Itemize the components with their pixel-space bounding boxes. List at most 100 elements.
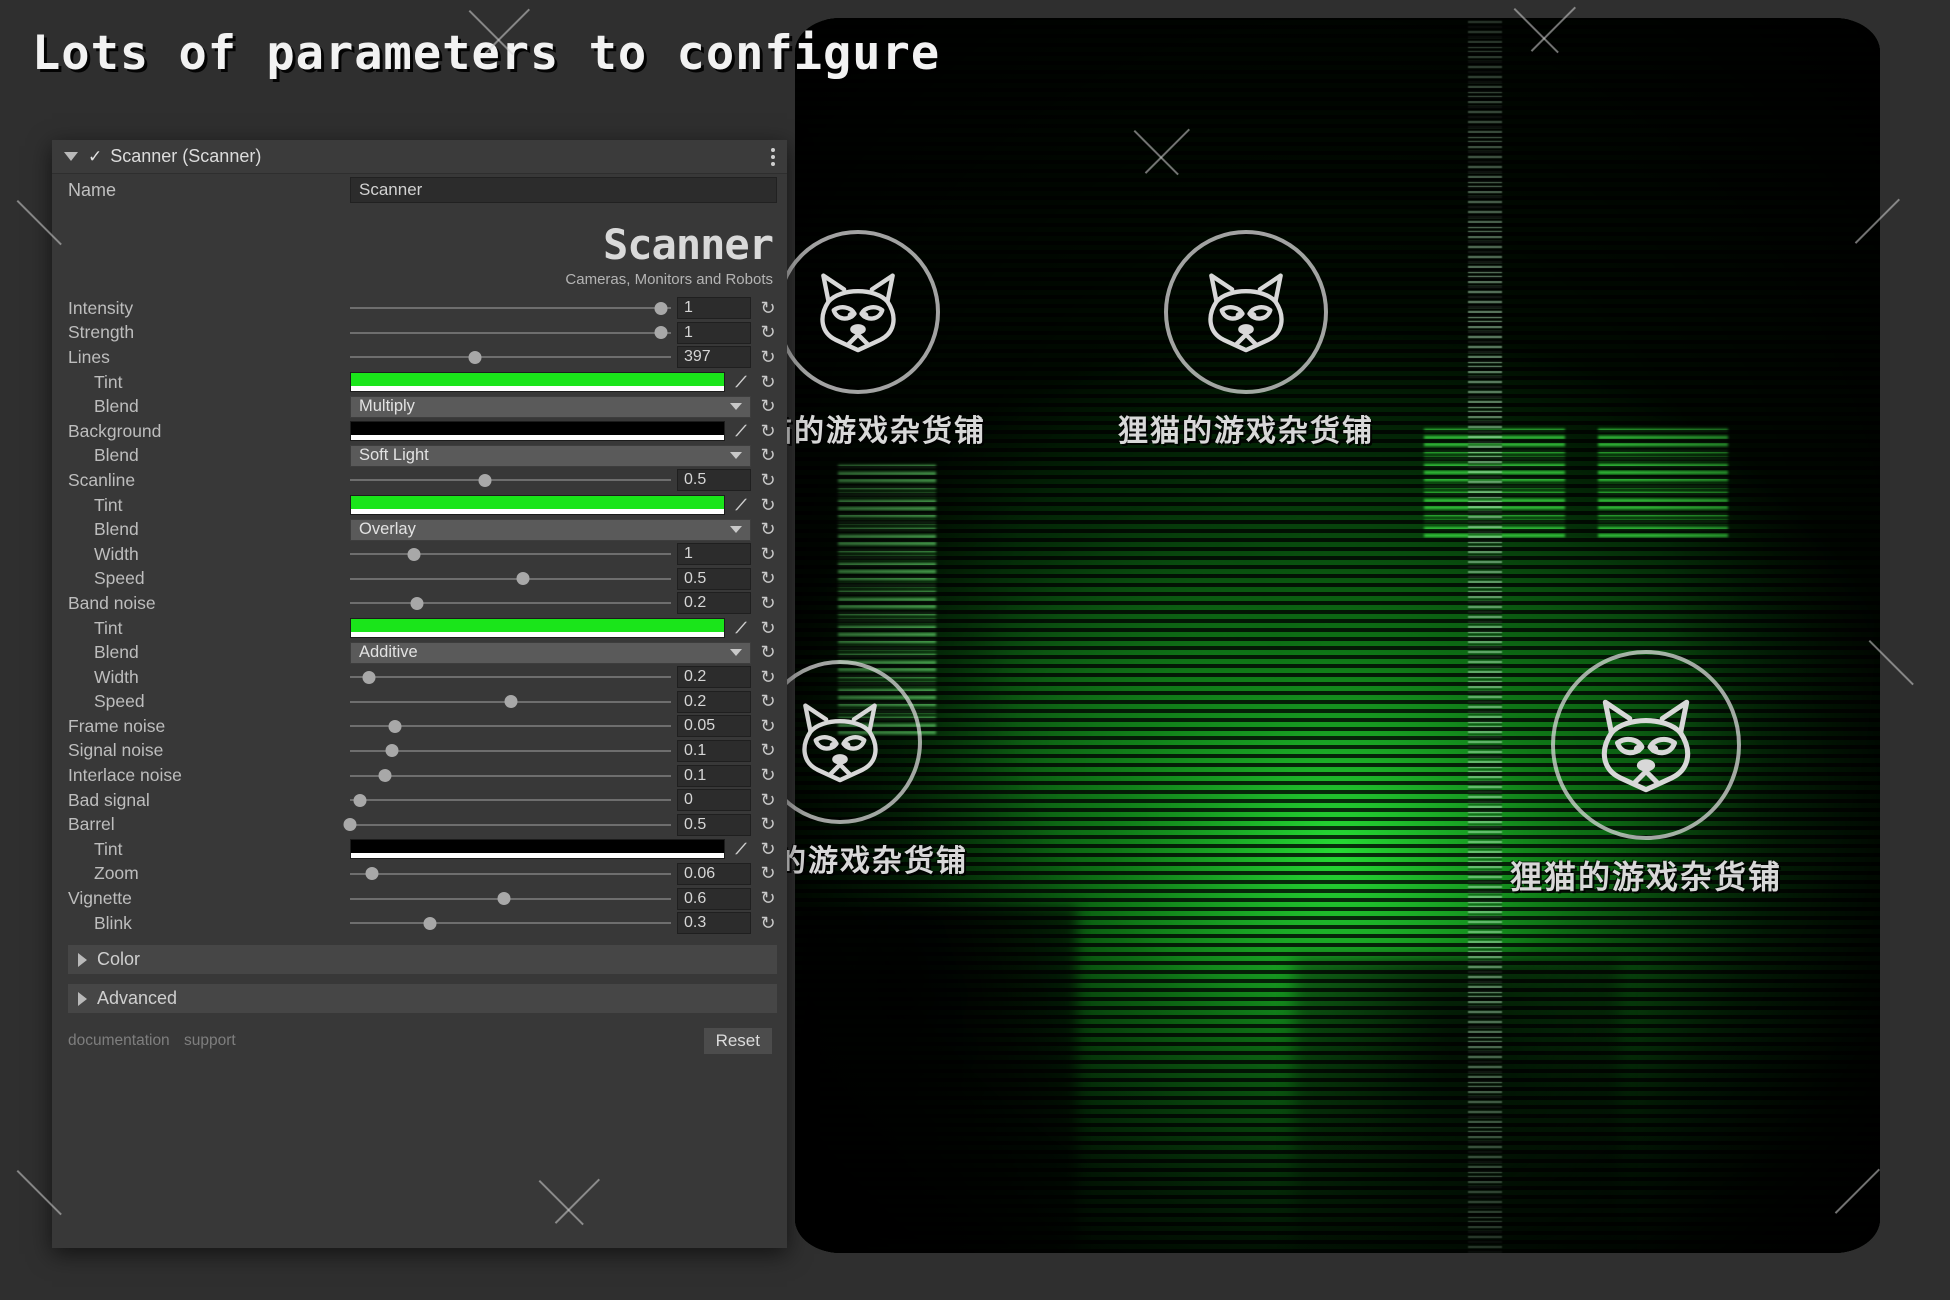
slider-track[interactable] <box>350 774 671 777</box>
param-value-input[interactable]: 397 <box>677 346 751 369</box>
reset-param-icon[interactable]: ↻ <box>757 568 779 589</box>
param-value-input[interactable]: 0.5 <box>677 469 751 492</box>
reset-param-icon[interactable]: ↻ <box>757 740 779 761</box>
param-value-input[interactable]: 0 <box>677 789 751 812</box>
param-value-input[interactable]: 0.5 <box>677 567 751 590</box>
reset-param-icon[interactable]: ↻ <box>757 421 779 442</box>
slider-track[interactable] <box>350 922 671 925</box>
reset-param-icon[interactable]: ↻ <box>757 888 779 909</box>
param-slider[interactable] <box>350 717 671 735</box>
slider-track[interactable] <box>350 307 671 310</box>
slider-knob[interactable] <box>504 695 517 709</box>
color-swatch[interactable] <box>350 421 725 442</box>
param-dropdown[interactable]: Additive <box>350 641 751 664</box>
name-input[interactable]: Scanner <box>350 177 777 203</box>
param-slider[interactable] <box>350 890 671 908</box>
foldout-section[interactable]: Advanced <box>68 984 777 1014</box>
param-value-input[interactable]: 0.1 <box>677 739 751 762</box>
param-slider[interactable] <box>350 865 671 883</box>
slider-track[interactable] <box>350 676 671 679</box>
eyedropper-icon[interactable]: ⟋ <box>731 374 751 391</box>
reset-param-icon[interactable]: ↻ <box>757 372 779 393</box>
reset-param-icon[interactable]: ↻ <box>757 814 779 835</box>
param-slider[interactable] <box>350 471 671 489</box>
param-value-input[interactable]: 0.2 <box>677 666 751 689</box>
reset-param-icon[interactable]: ↻ <box>757 396 779 417</box>
param-dropdown[interactable]: Soft Light <box>350 444 751 467</box>
slider-track[interactable] <box>350 602 671 605</box>
eyedropper-icon[interactable]: ⟋ <box>731 841 751 858</box>
reset-param-icon[interactable]: ↻ <box>757 544 779 565</box>
param-value-input[interactable]: 0.06 <box>677 862 751 885</box>
param-slider[interactable] <box>343 816 671 834</box>
slider-track[interactable] <box>350 479 671 482</box>
reset-param-icon[interactable]: ↻ <box>757 593 779 614</box>
slider-knob[interactable] <box>385 744 399 758</box>
param-slider[interactable] <box>350 348 671 366</box>
reset-param-icon[interactable]: ↻ <box>757 347 779 368</box>
param-slider[interactable] <box>350 570 671 588</box>
slider-knob[interactable] <box>343 818 357 832</box>
reset-param-icon[interactable]: ↻ <box>757 765 779 786</box>
param-slider[interactable] <box>350 668 671 686</box>
reset-param-icon[interactable]: ↻ <box>757 298 779 319</box>
chevron-down-icon[interactable] <box>730 403 742 411</box>
slider-knob[interactable] <box>468 350 482 364</box>
param-value-input[interactable]: 1 <box>677 321 751 344</box>
chevron-down-icon[interactable] <box>730 452 742 460</box>
param-slider[interactable] <box>350 324 671 342</box>
documentation-link[interactable]: documentation <box>68 1032 170 1049</box>
slider-knob[interactable] <box>654 301 668 315</box>
reset-param-icon[interactable]: ↻ <box>757 642 779 663</box>
slider-track[interactable] <box>350 823 671 826</box>
slider-knob[interactable] <box>516 572 530 586</box>
reset-param-icon[interactable]: ↻ <box>757 716 779 737</box>
slider-track[interactable] <box>350 356 671 359</box>
slider-knob[interactable] <box>353 793 367 807</box>
collapse-triangle-icon[interactable] <box>64 152 78 161</box>
param-slider[interactable] <box>350 767 671 785</box>
expand-triangle-icon[interactable] <box>78 952 87 967</box>
reset-param-icon[interactable]: ↻ <box>757 445 779 466</box>
chevron-down-icon[interactable] <box>730 649 742 657</box>
slider-track[interactable] <box>350 872 671 875</box>
slider-track[interactable] <box>350 577 671 580</box>
param-value-input[interactable]: 0.6 <box>677 887 751 910</box>
param-slider[interactable] <box>350 791 671 809</box>
kebab-menu-icon[interactable] <box>771 145 775 169</box>
param-slider[interactable] <box>350 742 671 760</box>
color-swatch[interactable] <box>350 372 725 393</box>
reset-param-icon[interactable]: ↻ <box>757 863 779 884</box>
param-value-input[interactable]: 0.2 <box>677 592 751 615</box>
param-slider[interactable] <box>350 545 671 563</box>
param-slider[interactable] <box>350 693 671 711</box>
eyedropper-icon[interactable]: ⟋ <box>731 497 751 514</box>
param-value-input[interactable]: 0.3 <box>677 912 751 935</box>
color-swatch[interactable] <box>350 839 725 860</box>
eyedropper-icon[interactable]: ⟋ <box>731 423 751 440</box>
expand-triangle-icon[interactable] <box>78 991 87 1006</box>
reset-param-icon[interactable]: ↻ <box>757 618 779 639</box>
component-header[interactable]: ✓ Scanner (Scanner) <box>52 140 787 174</box>
slider-knob[interactable] <box>388 719 402 733</box>
slider-knob[interactable] <box>362 670 376 684</box>
param-value-input[interactable]: 0.5 <box>677 813 751 836</box>
slider-track[interactable] <box>350 799 671 802</box>
slider-knob[interactable] <box>378 769 392 783</box>
color-swatch[interactable] <box>350 618 725 639</box>
reset-param-icon[interactable]: ↻ <box>757 470 779 491</box>
slider-knob[interactable] <box>497 892 511 906</box>
param-slider[interactable] <box>350 594 671 612</box>
slider-knob[interactable] <box>478 473 492 487</box>
param-dropdown[interactable]: Multiply <box>350 395 751 418</box>
param-slider[interactable] <box>350 914 671 932</box>
slider-track[interactable] <box>350 331 671 334</box>
param-value-input[interactable]: 1 <box>677 297 751 320</box>
reset-param-icon[interactable]: ↻ <box>757 790 779 811</box>
reset-param-icon[interactable]: ↻ <box>757 322 779 343</box>
slider-knob[interactable] <box>654 326 668 340</box>
foldout-section[interactable]: Color <box>68 945 777 975</box>
slider-knob[interactable] <box>423 916 437 930</box>
param-dropdown[interactable]: Overlay <box>350 518 751 541</box>
color-swatch[interactable] <box>350 495 725 516</box>
